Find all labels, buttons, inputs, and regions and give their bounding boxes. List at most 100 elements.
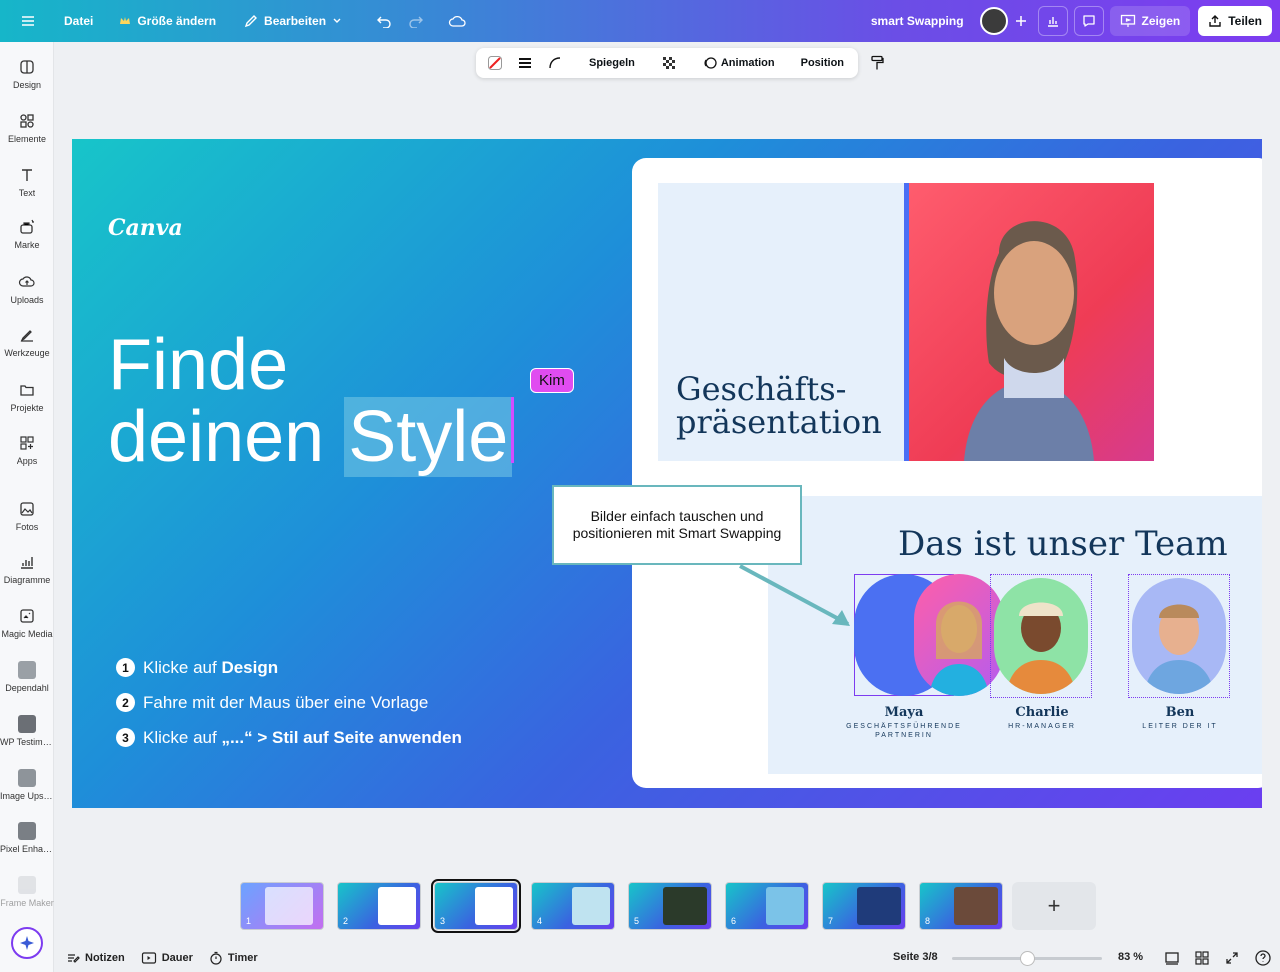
sidebar-item-pixel-enhancer[interactable]: Pixel Enhan...: [0, 822, 54, 854]
page-thumbnail[interactable]: 1: [240, 882, 324, 930]
share-button[interactable]: Teilen: [1198, 6, 1272, 36]
plus-icon: [1014, 14, 1028, 28]
border-style-button[interactable]: [512, 51, 538, 75]
file-menu[interactable]: Datei: [56, 6, 101, 36]
duration-button[interactable]: Dauer: [133, 951, 201, 965]
notes-button[interactable]: Notizen: [58, 951, 133, 965]
headline-text[interactable]: Finde deinen Style: [108, 329, 515, 477]
sidebar-item-dependahl[interactable]: Dependahl: [0, 661, 54, 693]
pencil-icon: [244, 14, 258, 28]
element-toolbar: Spiegeln Animation Position: [476, 48, 884, 78]
template-preview-card: Geschäfts- präsentation Das ist unser Te…: [632, 158, 1262, 788]
person-photo-icon: [1144, 604, 1214, 694]
page-number-text: 3: [440, 916, 446, 926]
comments-button[interactable]: [1073, 6, 1104, 36]
help-button[interactable]: [1254, 949, 1272, 970]
portrait-photo[interactable]: [904, 183, 1154, 461]
sidebar-item-magic-media[interactable]: Magic Media: [0, 607, 54, 639]
cloud-save-button[interactable]: [440, 6, 474, 36]
charlie-photo[interactable]: [994, 578, 1088, 694]
apps-icon: [20, 436, 34, 450]
copy-style-button[interactable]: [865, 51, 889, 75]
grid-view-button[interactable]: [1164, 950, 1180, 969]
magic-assistant-button[interactable]: [11, 927, 43, 959]
zoom-slider-handle[interactable]: [1020, 951, 1035, 966]
animation-button[interactable]: Animation: [698, 51, 780, 75]
step-text-plain: Fahre mit der Maus über eine Vorlage: [143, 692, 429, 712]
position-button[interactable]: Position: [796, 51, 849, 75]
page-thumbnail[interactable]: 6: [725, 882, 809, 930]
invite-button[interactable]: [1010, 6, 1032, 36]
page-number-text: 6: [731, 916, 737, 926]
step-number: 3: [116, 728, 135, 747]
sidebar-item-label: Uploads: [10, 295, 44, 305]
color-button[interactable]: [482, 51, 508, 75]
sidebar-item-frame-maker[interactable]: Frame Maker: [0, 876, 54, 908]
flip-button[interactable]: Spiegeln: [584, 51, 640, 75]
slide-canvas[interactable]: Canva Finde deinen Style Kim 1 Klicke au…: [72, 139, 1262, 808]
transparency-button[interactable]: [656, 51, 682, 75]
chevron-down-icon: [332, 16, 342, 26]
help-icon: [1255, 950, 1271, 966]
sidebar-item-tools[interactable]: Werkzeuge: [0, 326, 54, 358]
step-text: Fahre mit der Maus über eine Vorlage: [143, 693, 428, 713]
sidebar-item-projects[interactable]: Projekte: [0, 381, 54, 413]
sidebar-item-text[interactable]: Text: [0, 166, 54, 198]
page-thumbnail[interactable]: 5: [628, 882, 712, 930]
sidebar-item-brand[interactable]: Marke: [0, 218, 54, 250]
text-icon: [22, 169, 32, 181]
corner-rounding-button[interactable]: [542, 51, 568, 75]
edit-menu[interactable]: Bearbeiten: [236, 6, 350, 36]
sidebar-item-wp-testimonials[interactable]: WP Testimo...: [0, 715, 54, 747]
redo-button[interactable]: [400, 6, 432, 36]
sidebar-item-charts[interactable]: Diagramme: [0, 553, 54, 585]
page-number: 6: [731, 916, 736, 926]
timer-icon: [210, 951, 222, 965]
headline-line2: deinen Style: [108, 397, 515, 477]
menu-button[interactable]: [12, 6, 44, 36]
member-role: LEITER DER IT: [1142, 723, 1218, 730]
page-number: 4: [537, 916, 542, 926]
animation-icon: [704, 57, 717, 69]
resize-button[interactable]: Größe ändern: [111, 6, 224, 36]
insights-button[interactable]: [1037, 6, 1068, 36]
timer-button[interactable]: Timer: [201, 951, 266, 965]
user-avatar[interactable]: [979, 7, 1008, 35]
undo-button[interactable]: [368, 6, 400, 36]
ben-photo[interactable]: [1132, 578, 1226, 694]
app-thumb-icon: [18, 769, 36, 787]
doc-title[interactable]: smart Swapping: [863, 6, 972, 36]
zoom-level[interactable]: 83 %: [1118, 951, 1143, 963]
page-thumbnail[interactable]: 2: [337, 882, 421, 930]
expand-icon: [1226, 952, 1238, 964]
notes-label: Notizen: [85, 952, 125, 964]
tools-icon: [20, 330, 33, 342]
sidebar-item-label: Apps: [16, 456, 38, 466]
present-label: Zeigen: [1141, 14, 1181, 28]
page-thumbnail[interactable]: 8: [919, 882, 1003, 930]
member-role: HR-MANAGER: [1008, 723, 1076, 730]
present-button[interactable]: Zeigen: [1109, 6, 1191, 36]
zoom-slider[interactable]: [952, 951, 1102, 966]
sidebar-item-image-upscaler[interactable]: Image Upsc...: [0, 769, 54, 801]
add-page-button[interactable]: +: [1012, 882, 1096, 930]
sidebar-item-design[interactable]: Design: [0, 58, 54, 90]
sidebar-item-elements[interactable]: Elemente: [0, 112, 54, 144]
left-sidebar: Design Elemente Text Marke Uploads Werkz…: [0, 42, 54, 972]
team-member-ben: Ben LEITER DER IT: [1110, 705, 1250, 731]
page-number-text: 8: [925, 916, 931, 926]
page-thumbnail[interactable]: 7: [822, 882, 906, 930]
sidebar-item-photos[interactable]: Fotos: [0, 500, 54, 532]
page-thumbnail[interactable]: 4: [531, 882, 615, 930]
page-number-text: 7: [828, 916, 834, 926]
sidebar-item-uploads[interactable]: Uploads: [0, 273, 54, 305]
fullscreen-button[interactable]: [1224, 950, 1240, 969]
cover-slide-preview[interactable]: Geschäfts- präsentation: [658, 183, 1154, 461]
page-thumbnail-active[interactable]: 3: [431, 879, 521, 933]
curve-icon: [549, 57, 561, 69]
sidebar-item-apps[interactable]: Apps: [0, 434, 54, 466]
selected-word[interactable]: Style: [344, 397, 515, 477]
grid-layout-button[interactable]: [1194, 950, 1210, 969]
member-role: GESCHÄFTSFÜHRENDE PARTNERIN: [846, 723, 962, 739]
page-filmstrip: 1 2 3 4 5 6 7 8: [240, 879, 1003, 933]
